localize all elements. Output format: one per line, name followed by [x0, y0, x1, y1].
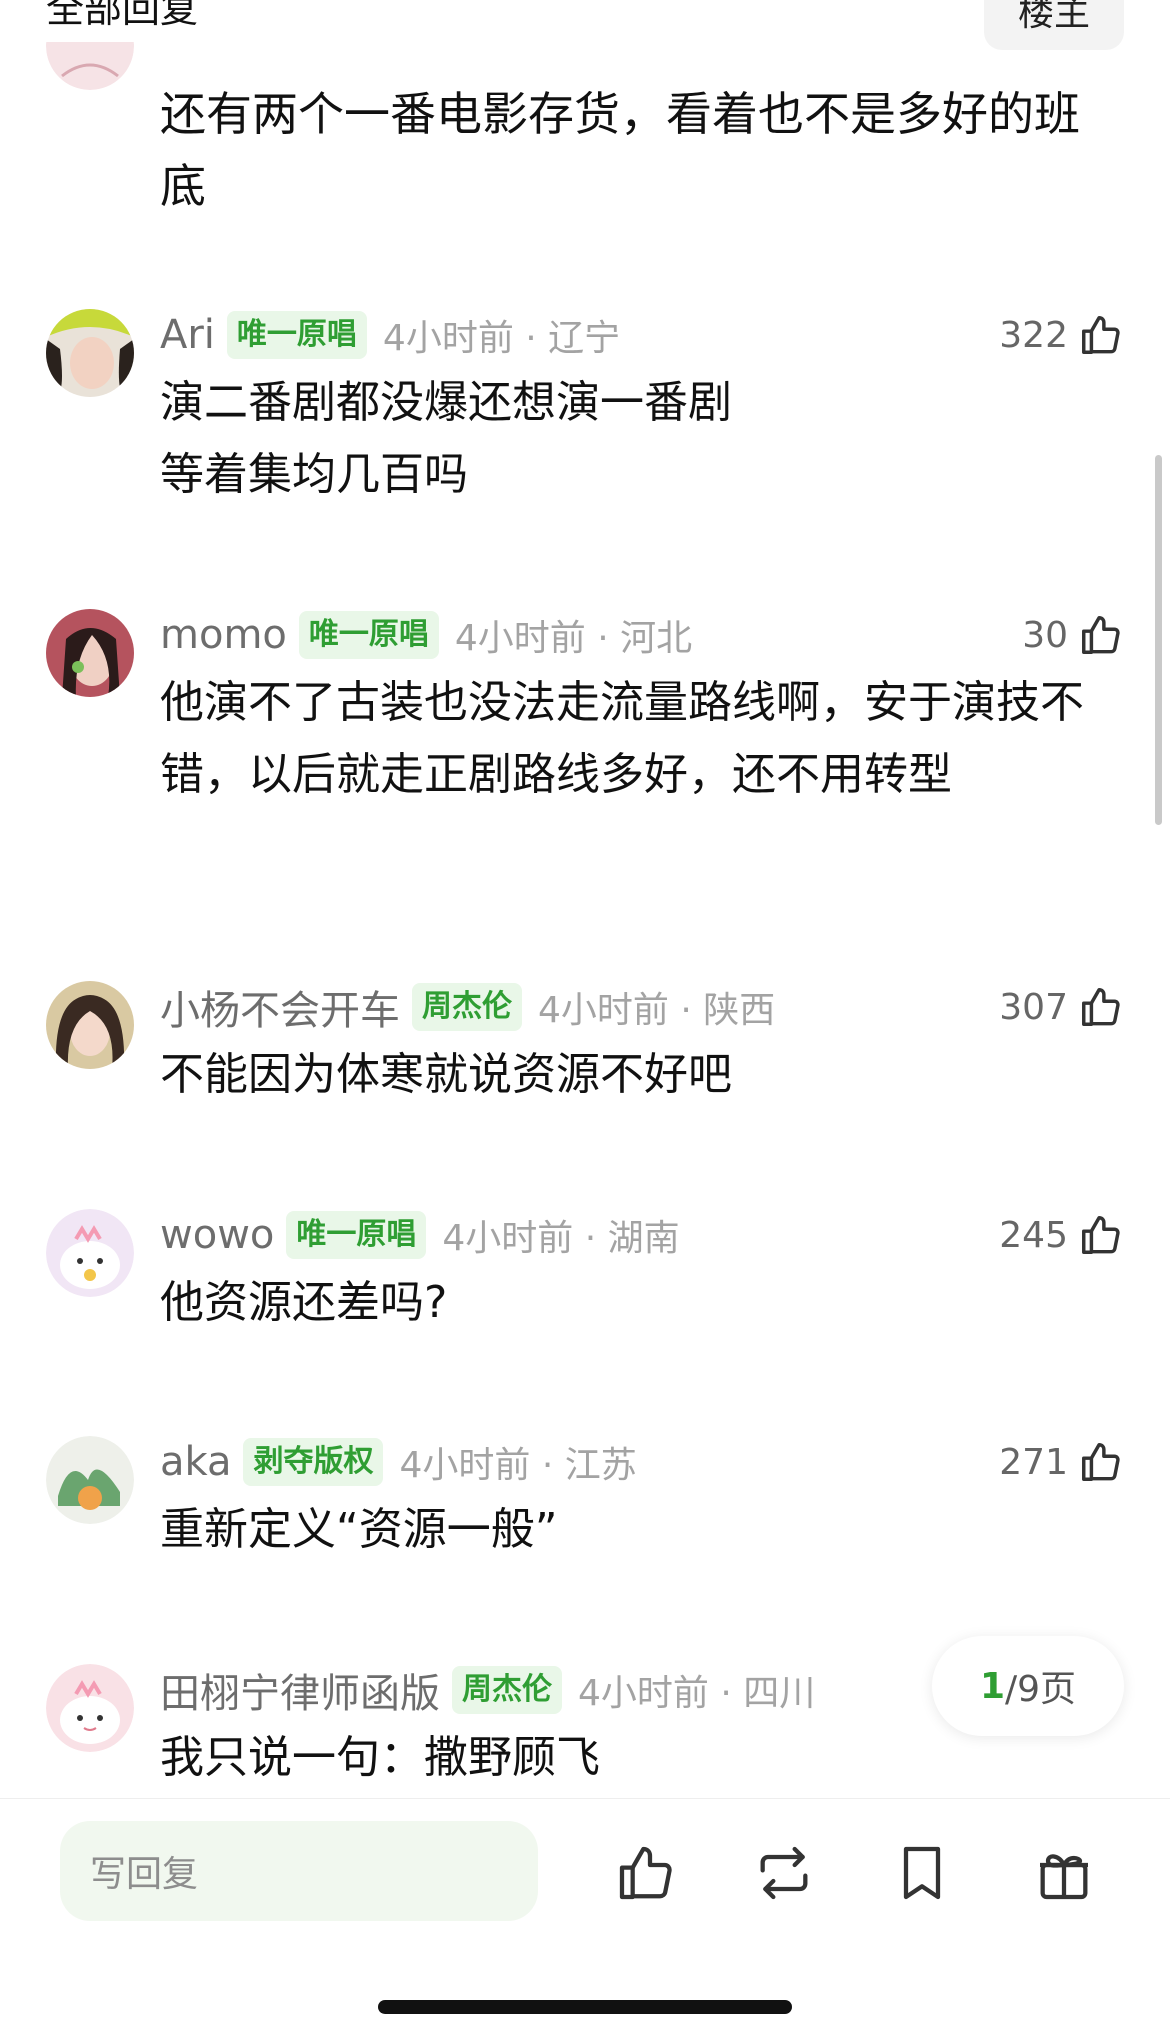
- fan-badge[interactable]: 唯一原唱: [298, 611, 439, 659]
- timestamp-location: 4小时前 · 四川: [578, 1673, 816, 1714]
- reply-input[interactable]: 写回复: [60, 1821, 538, 1921]
- username[interactable]: Ari: [160, 312, 215, 358]
- thumbs-up-icon: [1082, 316, 1120, 354]
- bookmark-icon[interactable]: [890, 1841, 954, 1905]
- home-indicator[interactable]: [378, 2000, 792, 2014]
- username[interactable]: aka: [160, 1439, 231, 1485]
- timestamp-location: 4小时前 · 辽宁: [382, 318, 621, 359]
- thumbs-up-icon: [1082, 988, 1120, 1026]
- avatar[interactable]: [46, 1436, 134, 1524]
- fan-badge[interactable]: 周杰伦: [412, 983, 522, 1031]
- comment-text: 他资源还差吗?: [160, 1277, 448, 1328]
- timestamp-location: 4小时前 · 江苏: [399, 1445, 637, 1486]
- scrollbar[interactable]: [1155, 455, 1162, 825]
- total-pages: /9页: [1005, 1669, 1077, 1710]
- like-button[interactable]: 30: [1022, 605, 1124, 665]
- first-comment-avatar-partial[interactable]: [46, 42, 134, 98]
- like-button[interactable]: 245: [999, 1205, 1124, 1265]
- bottom-action-bar: 写回复: [0, 1798, 1170, 2026]
- timestamp-location: 4小时前 · 陕西: [538, 990, 776, 1031]
- avatar[interactable]: [46, 609, 134, 697]
- reply-placeholder: 写回复: [90, 1854, 199, 1895]
- current-page: 1: [979, 1665, 1005, 1707]
- owner-filter-label: 楼主: [1017, 0, 1090, 34]
- comment-text-line: 演二番剧都没爆还想演一番剧 等着集均几百吗: [160, 377, 732, 500]
- comment-meta: 小杨不会开车 周杰伦 4小时前 · 陕西: [160, 977, 775, 1037]
- comment-meta: wowo 唯一原唱 4小时前 · 湖南: [160, 1205, 680, 1265]
- like-count: 271: [999, 1441, 1068, 1483]
- fan-badge[interactable]: 唯一原唱: [226, 311, 367, 359]
- like-button[interactable]: 322: [999, 305, 1124, 365]
- avatar-image: [46, 42, 134, 90]
- page-indicator[interactable]: 1 /9页: [932, 1636, 1124, 1736]
- repost-icon[interactable]: [752, 1841, 816, 1905]
- avatar[interactable]: [46, 309, 134, 397]
- like-icon[interactable]: [614, 1841, 678, 1905]
- comment-text: 不能因为体寒就说资源不好吧: [160, 1049, 732, 1100]
- avatar[interactable]: [46, 1664, 134, 1752]
- username[interactable]: 田栩宁律师函版: [160, 1661, 440, 1719]
- like-button[interactable]: 307: [999, 977, 1124, 1037]
- fan-badge[interactable]: 剥夺版权: [243, 1438, 384, 1486]
- thumbs-up-icon: [1082, 1216, 1120, 1254]
- comment-meta: Ari 唯一原唱 4小时前 · 辽宁: [160, 305, 620, 365]
- comment-text: 重新定义“资源一般”: [160, 1504, 558, 1555]
- like-count: 245: [999, 1214, 1068, 1256]
- like-count: 307: [999, 986, 1068, 1028]
- first-comment-text: 还有两个一番电影存货，看着也不是多好的班底: [160, 87, 1080, 213]
- comment-meta: aka 剥夺版权 4小时前 · 江苏: [160, 1432, 637, 1492]
- like-count: 30: [1022, 614, 1068, 656]
- owner-filter-button[interactable]: 楼主: [984, 0, 1124, 50]
- like-count: 322: [999, 314, 1068, 356]
- username[interactable]: wowo: [160, 1212, 274, 1258]
- header-title: 全部回复: [46, 0, 199, 31]
- timestamp-location: 4小时前 · 河北: [454, 618, 693, 659]
- comment-text: 他演不了古装也没法走流量路线啊，安于演技不错，以后就走正剧路线多好，还不用转型: [160, 677, 1084, 800]
- gift-icon[interactable]: [1032, 1841, 1096, 1905]
- timestamp-location: 4小时前 · 湖南: [442, 1218, 680, 1259]
- avatar[interactable]: [46, 1209, 134, 1297]
- comment-meta: momo 唯一原唱 4小时前 · 河北: [160, 605, 692, 665]
- username[interactable]: momo: [160, 612, 287, 658]
- comment-text: 演二番剧都没爆还想演一番剧 等着集均几百吗: [160, 367, 1100, 511]
- thumbs-up-icon: [1082, 616, 1120, 654]
- fan-badge[interactable]: 周杰伦: [452, 1666, 562, 1714]
- comment-text: 我只说一句：撒野顾飞: [160, 1732, 600, 1783]
- thumbs-up-icon: [1082, 1443, 1120, 1481]
- avatar[interactable]: [46, 981, 134, 1069]
- username[interactable]: 小杨不会开车: [160, 978, 400, 1036]
- fan-badge[interactable]: 唯一原唱: [286, 1211, 427, 1259]
- comment-meta: 田栩宁律师函版 周杰伦 4小时前 · 四川: [160, 1660, 815, 1720]
- like-button[interactable]: 271: [999, 1432, 1124, 1492]
